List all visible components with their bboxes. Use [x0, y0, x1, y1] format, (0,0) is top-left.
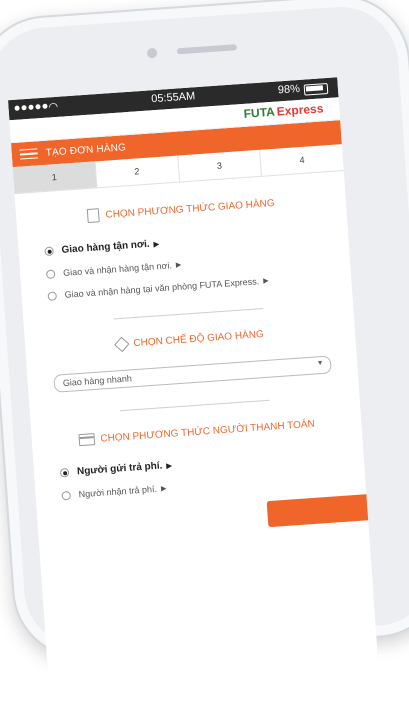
chevron-down-icon: ▾: [317, 358, 323, 368]
step-tab-4[interactable]: 4: [260, 144, 343, 176]
caret-right-icon: ▶: [153, 240, 160, 248]
delivery-method-title: CHỌN PHƯƠNG THỨC GIAO HÀNG: [28, 192, 334, 227]
credit-card-icon: [78, 433, 95, 447]
phone-mockup: ◠ 05:55AM 98% FUTAExpress TẠO ĐƠN HÀNG 1…: [0, 0, 409, 699]
submit-button[interactable]: [266, 493, 379, 528]
page-title: TẠO ĐƠN HÀNG: [45, 141, 127, 159]
futa-express-logo: FUTAExpress: [243, 101, 324, 121]
battery-percentage: 98%: [277, 82, 301, 97]
form-content: CHỌN PHƯƠNG THỨC GIAO HÀNG Giao hàng tận…: [16, 191, 365, 502]
section-divider: [113, 308, 264, 320]
delivery-mode-select[interactable]: Giao hàng nhanh ▾: [53, 355, 332, 393]
caret-right-icon: ▶: [160, 485, 167, 493]
battery-icon: [303, 82, 329, 96]
caret-right-icon: ▶: [166, 462, 173, 470]
speaker-grille: [176, 44, 238, 55]
delivery-mode-title: CHỌN CHẾ ĐỘ GIAO HÀNG: [37, 324, 343, 356]
hamburger-menu-icon[interactable]: [19, 147, 39, 160]
radio-unselected[interactable]: [47, 290, 58, 301]
step-tab-3[interactable]: 3: [177, 149, 263, 182]
radio-unselected[interactable]: [61, 490, 71, 500]
phone-frame: ◠ 05:55AM 98% FUTAExpress TẠO ĐƠN HÀNG 1…: [0, 0, 409, 699]
phone-screen: ◠ 05:55AM 98% FUTAExpress TẠO ĐƠN HÀNG 1…: [7, 77, 380, 699]
step-tab-1[interactable]: 1: [12, 161, 98, 194]
document-icon: [87, 208, 101, 224]
package-icon: [114, 336, 130, 353]
section-divider: [119, 399, 270, 412]
caret-right-icon: ▶: [262, 277, 269, 285]
radio-selected[interactable]: [44, 246, 54, 257]
radio-unselected[interactable]: [45, 268, 56, 279]
step-tab-2[interactable]: 2: [95, 155, 180, 188]
caret-right-icon: ▶: [175, 261, 182, 269]
camera-icon: [146, 47, 158, 59]
radio-selected[interactable]: [59, 467, 70, 478]
payer-title: CHỌN PHƯƠNG THỨC NGƯỜI THANH TOÁN: [44, 415, 350, 448]
